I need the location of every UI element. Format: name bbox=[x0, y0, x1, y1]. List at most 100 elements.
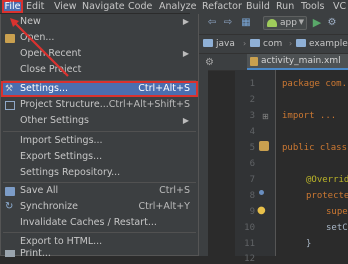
menu-navigate[interactable]: Navigate bbox=[82, 0, 125, 13]
menu-bar: File Edit View Navigate Code Analyze Ref… bbox=[0, 0, 348, 14]
chevron-down-icon: ▼ bbox=[298, 18, 304, 26]
menu-run[interactable]: Run bbox=[276, 0, 294, 13]
menu-build[interactable]: Build bbox=[246, 0, 270, 13]
line-number: 11 bbox=[244, 239, 255, 249]
menu-item-label: Open Recent bbox=[20, 48, 82, 59]
submenu-arrow-icon: ▶ bbox=[182, 17, 189, 26]
make-project-icon[interactable]: ▦ bbox=[240, 17, 252, 29]
breadcrumb-label: com bbox=[263, 39, 283, 49]
run-config-select[interactable]: app ▼ bbox=[263, 16, 307, 30]
breadcrumb-label: java bbox=[216, 39, 235, 49]
menu-item-settings-repository[interactable]: Settings Repository... bbox=[1, 165, 198, 181]
line-number: 3 bbox=[249, 111, 255, 121]
line-number: 1 bbox=[249, 79, 255, 89]
menu-item-export-settings[interactable]: Export Settings... bbox=[1, 149, 198, 165]
breadcrumb-separator: › bbox=[289, 39, 293, 48]
menu-item-close-project[interactable]: Close Project bbox=[1, 62, 198, 78]
menu-item-shortcut: Ctrl+Alt+Shift+S bbox=[108, 99, 190, 110]
menu-item-save-all[interactable]: Save All Ctrl+S bbox=[1, 183, 198, 199]
folder-open-icon bbox=[5, 34, 15, 43]
menu-item-label: Export to HTML... bbox=[20, 236, 103, 247]
line-number: 4 bbox=[249, 127, 255, 137]
code-line: supe bbox=[326, 207, 348, 217]
sync-icon: ↻ bbox=[5, 201, 14, 212]
menu-item-open-recent[interactable]: Open Recent ▶ bbox=[1, 46, 198, 62]
android-icon bbox=[267, 19, 277, 27]
menu-item-label: Export Settings... bbox=[20, 151, 103, 162]
code-line: public class bbox=[282, 143, 348, 153]
project-structure-icon bbox=[5, 101, 15, 110]
line-number: 7 bbox=[249, 175, 255, 185]
menu-view[interactable]: View bbox=[54, 0, 77, 13]
menu-item-label: Project Structure... bbox=[20, 99, 109, 110]
menu-separator bbox=[3, 232, 196, 233]
menu-item-label: Other Settings bbox=[20, 115, 89, 126]
menu-separator bbox=[3, 131, 196, 132]
menu-item-label: New bbox=[20, 16, 41, 27]
menu-item-label: Synchronize bbox=[20, 201, 78, 212]
menu-item-settings[interactable]: ⚒ Settings... Ctrl+Alt+S bbox=[1, 81, 198, 97]
menu-item-synchronize[interactable]: ↻ Synchronize Ctrl+Alt+Y bbox=[1, 199, 198, 215]
run-icon[interactable]: ▶ bbox=[311, 17, 323, 29]
editor-tab-activity-main[interactable]: activity_main.xml bbox=[247, 54, 348, 70]
menu-tools[interactable]: Tools bbox=[301, 0, 324, 13]
line-number: 8 bbox=[249, 191, 255, 201]
menu-item-project-structure[interactable]: Project Structure... Ctrl+Alt+Shift+S bbox=[1, 97, 198, 113]
menu-edit[interactable]: Edit bbox=[26, 0, 44, 13]
code-line: package com. bbox=[282, 79, 348, 89]
submenu-arrow-icon: ▶ bbox=[182, 49, 189, 58]
menu-item-shortcut: Ctrl+Alt+Y bbox=[138, 201, 191, 212]
menu-item-shortcut: Ctrl+S bbox=[159, 185, 190, 196]
code-line: import ... bbox=[282, 111, 337, 121]
class-icon bbox=[259, 141, 269, 151]
editor-gutter: 1 2 3 4 5 6 7 8 9 10 11 12 ⊞ ● bbox=[235, 70, 276, 264]
breadcrumb-label: example bbox=[309, 39, 348, 49]
breadcrumb-item-example[interactable]: example bbox=[296, 38, 348, 50]
line-number: 6 bbox=[249, 159, 255, 169]
forward-arrow-icon[interactable]: ⇨ bbox=[222, 17, 234, 29]
breadcrumb-item-com[interactable]: com bbox=[250, 38, 282, 50]
folder-icon bbox=[203, 39, 213, 47]
menu-item-label: Open... bbox=[20, 32, 55, 43]
menu-code[interactable]: Code bbox=[128, 0, 152, 13]
save-icon bbox=[5, 187, 15, 196]
code-editor[interactable]: package com. import ... public class @Ov… bbox=[276, 70, 348, 256]
menu-analyze[interactable]: Analyze bbox=[159, 0, 196, 13]
menu-item-label: Save All bbox=[20, 185, 59, 196]
menu-file[interactable]: File bbox=[2, 0, 23, 13]
menu-refactor[interactable]: Refactor bbox=[202, 0, 242, 13]
override-marker-icon[interactable] bbox=[259, 190, 264, 195]
lightbulb-icon[interactable]: ● bbox=[257, 205, 266, 216]
line-number: 10 bbox=[244, 223, 255, 233]
line-number: 9 bbox=[249, 207, 255, 217]
menu-item-open[interactable]: Open... bbox=[1, 30, 198, 46]
run-config-label: app bbox=[280, 18, 297, 28]
menu-item-new[interactable]: New ▶ bbox=[1, 14, 198, 30]
code-line: setC bbox=[326, 223, 348, 233]
xml-file-icon bbox=[250, 57, 258, 66]
code-brace: } bbox=[306, 239, 312, 249]
settings-wrench-icon: ⚒ bbox=[5, 84, 14, 94]
folder-icon bbox=[250, 39, 260, 47]
gear-icon[interactable]: ⚙ bbox=[205, 57, 214, 68]
menu-item-invalidate-caches[interactable]: Invalidate Caches / Restart... bbox=[1, 215, 198, 231]
breadcrumb-separator: › bbox=[243, 39, 247, 48]
main-toolbar: ⇦ ⇨ ▦ app ▼ ▶ ⚙ bbox=[190, 13, 348, 35]
breadcrumb-item-java[interactable]: java bbox=[203, 38, 235, 50]
editor-tab-label: activity_main.xml bbox=[261, 56, 341, 66]
debug-icon[interactable]: ⚙ bbox=[326, 17, 338, 29]
menu-item-export-html[interactable]: Export to HTML... bbox=[1, 234, 198, 250]
fold-icon[interactable]: ⊞ bbox=[262, 112, 269, 121]
menu-item-shortcut: Ctrl+Alt+S bbox=[138, 83, 190, 94]
menu-item-other-settings[interactable]: Other Settings ▶ bbox=[1, 113, 198, 129]
menu-item-label: Invalidate Caches / Restart... bbox=[20, 217, 157, 228]
code-line: @Overrid bbox=[306, 175, 348, 185]
back-arrow-icon[interactable]: ⇦ bbox=[206, 17, 218, 29]
breadcrumb: java › com › example bbox=[190, 35, 348, 54]
menu-vcs[interactable]: VC bbox=[333, 0, 346, 13]
menu-item-import-settings[interactable]: Import Settings... bbox=[1, 133, 198, 149]
line-number: 5 bbox=[249, 143, 255, 153]
menu-item-label: Close Project bbox=[20, 64, 82, 75]
menu-item-label: Settings... bbox=[20, 83, 69, 94]
folder-icon bbox=[296, 39, 306, 47]
